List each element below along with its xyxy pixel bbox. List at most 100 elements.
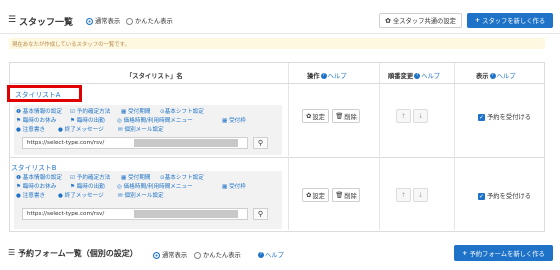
settings-button[interactable]: ✿ 設定 [302, 188, 329, 202]
checkbox-checked-icon: ✓ [478, 192, 485, 200]
flag-icon: ⚑ [16, 184, 22, 190]
flag-icon: ⚑ [70, 118, 76, 124]
radio-simple-view[interactable]: かんたん表示 [194, 250, 241, 259]
basic-info-link[interactable]: ❶ 基本情報の設定 [16, 107, 62, 115]
basic-info-link[interactable]: ❶ 基本情報の設定 [16, 173, 62, 181]
staff-list-title: スタッフ一覧 [19, 18, 74, 28]
search-button[interactable]: ⚲ [253, 208, 268, 220]
temp-work-link[interactable]: ⚑ 臨時の出勤 [70, 116, 105, 124]
arrow-up-icon: ↑ [400, 191, 407, 199]
basic-shift-link[interactable]: ⊙基本シフト設定 [160, 107, 204, 115]
temp-holiday-link[interactable]: ⚑ 臨時のお休み [16, 182, 56, 190]
move-up-button[interactable]: ↑ [396, 188, 411, 202]
temp-work-link[interactable]: ⚑ 臨時の出勤 [70, 182, 105, 190]
url-redaction [134, 210, 238, 218]
col-name-header: 「スタイリスト」名 [126, 73, 183, 80]
table-row: スタイリストA ❶ 基本情報の設定 ☑ 予約確定方法 ▦ 受付期間 ⊙基本シフト… [7, 84, 545, 158]
reception-period-link[interactable]: ▦ 受付期間 [121, 173, 150, 181]
fee-menu-link[interactable]: ◎ 価格時間/利用時間メニュー [117, 116, 193, 124]
mail-settings-link[interactable]: ✉ 個別メール設定 [118, 125, 164, 133]
flag-icon: ⚑ [70, 184, 76, 190]
check-icon: ☑ [70, 109, 76, 115]
form-list-header: ☰ 予約フォーム一覧（個別の設定） 通常表示 かんたん表示 ? ヘルプ + 予約フォ… [0, 240, 560, 270]
delete-button[interactable]: 🗑 削除 [332, 188, 360, 202]
end-message-link[interactable]: ● 終了メッセージ [58, 125, 104, 133]
checkbox-checked-icon: ✓ [478, 113, 485, 121]
calendar-icon: ▦ [222, 184, 228, 190]
gear-icon: ✿ [385, 16, 391, 25]
column-divider [288, 84, 289, 156]
common-settings-button[interactable]: ✿ 全スタッフ共通の設定 [379, 13, 462, 28]
column-divider [288, 158, 289, 230]
search-button[interactable]: ⚲ [253, 137, 268, 149]
radio-unselected-icon [126, 17, 133, 25]
help-link[interactable]: ヘルプ [421, 73, 440, 80]
flag-icon: ⚑ [16, 118, 22, 124]
radio-normal-view[interactable]: 通常表示 [86, 16, 120, 25]
radio-simple-view[interactable]: かんたん表示 [126, 16, 173, 25]
mail-icon: ✉ [118, 127, 123, 133]
trash-icon: 🗑 [335, 192, 344, 199]
chat-icon: ● [58, 193, 63, 199]
column-divider [454, 158, 455, 230]
arrow-down-icon: ↓ [417, 191, 424, 199]
help-link[interactable]: ヘルプ [497, 73, 516, 80]
new-form-button[interactable]: + 予約フォームを新しく作る [454, 245, 553, 261]
basic-shift-link[interactable]: ⊙基本シフト設定 [160, 173, 204, 181]
plus-icon: + [462, 249, 468, 257]
accept-reservations-checkbox[interactable]: ✓ 予約を受付ける [478, 191, 531, 200]
radio-normal-view[interactable]: 通常表示 [153, 250, 187, 259]
col-display-header: 表示? ヘルプ [476, 73, 516, 80]
calendar-icon: ▦ [222, 118, 228, 124]
column-divider [379, 63, 380, 83]
radio-selected-icon [153, 251, 160, 259]
column-divider [379, 158, 380, 230]
reserve-method-link[interactable]: ☑ 予約確定方法 [70, 173, 110, 181]
column-divider [454, 84, 455, 156]
help-icon: ? [320, 73, 327, 79]
move-down-button[interactable]: ↓ [413, 109, 428, 123]
end-message-link[interactable]: ● 終了メッセージ [58, 191, 104, 199]
reception-period-link[interactable]: ▦ 受付期間 [121, 107, 150, 115]
arrow-down-icon: ↓ [417, 112, 424, 120]
temp-holiday-link[interactable]: ⚑ 臨時のお休み [16, 116, 56, 124]
move-down-button[interactable]: ↓ [413, 188, 428, 202]
reception-frame-link[interactable]: ▦ 受付枠 [222, 116, 246, 124]
reception-frame-link[interactable]: ▦ 受付枠 [222, 182, 246, 190]
yen-icon: ◎ [117, 184, 122, 190]
search-icon: ⚲ [257, 139, 264, 147]
yen-icon: ◎ [117, 118, 122, 124]
table-header: 「スタイリスト」名 操作? ヘルプ 順番変更? ヘルプ 表示? ヘルプ [9, 62, 545, 84]
delete-button[interactable]: 🗑 削除 [332, 109, 360, 123]
staff-name-link[interactable]: スタイリストA [15, 89, 60, 99]
form-help-link[interactable]: ? ヘルプ [257, 250, 284, 259]
list-icon: ☰ [8, 248, 16, 257]
radio-selected-icon [86, 17, 93, 25]
calendar-icon: ▦ [121, 109, 127, 115]
search-icon: ⚲ [257, 210, 264, 218]
check-icon: ☑ [70, 175, 76, 181]
chat-icon: ● [58, 127, 63, 133]
reserve-method-link[interactable]: ☑ 予約確定方法 [70, 107, 110, 115]
table-row: スタイリストB ❶ 基本情報の設定 ☑ 予約確定方法 ▦ 受付期間 ⊙基本シフト… [9, 158, 545, 232]
gear-icon: ✿ [306, 191, 312, 199]
help-icon: ? [489, 73, 496, 79]
info-icon: ❶ [16, 175, 22, 181]
arrow-up-icon: ↑ [400, 112, 407, 120]
mail-settings-link[interactable]: ✉ 個別メール設定 [118, 191, 164, 199]
notes-link[interactable]: ● 注意書き [16, 191, 45, 199]
fee-menu-link[interactable]: ◎ 価格時間/利用時間メニュー [117, 182, 193, 190]
new-staff-button[interactable]: + スタッフを新しく作る [467, 13, 553, 28]
radio-unselected-icon [194, 251, 201, 259]
help-icon: ? [414, 73, 421, 79]
url-redaction [134, 139, 238, 147]
accept-reservations-checkbox[interactable]: ✓ 予約を受付ける [478, 112, 531, 121]
settings-button[interactable]: ✿ 設定 [302, 109, 329, 123]
column-divider [379, 84, 380, 156]
notes-link[interactable]: ● 注意書き [16, 125, 45, 133]
move-up-button[interactable]: ↑ [396, 109, 411, 123]
col-order-header: 順番変更? ヘルプ [388, 73, 441, 80]
help-link[interactable]: ヘルプ [328, 73, 347, 80]
help-icon: ? [258, 252, 264, 258]
notice-text: 現在あなたが作成しているスタッフの一覧です。 [12, 42, 130, 48]
